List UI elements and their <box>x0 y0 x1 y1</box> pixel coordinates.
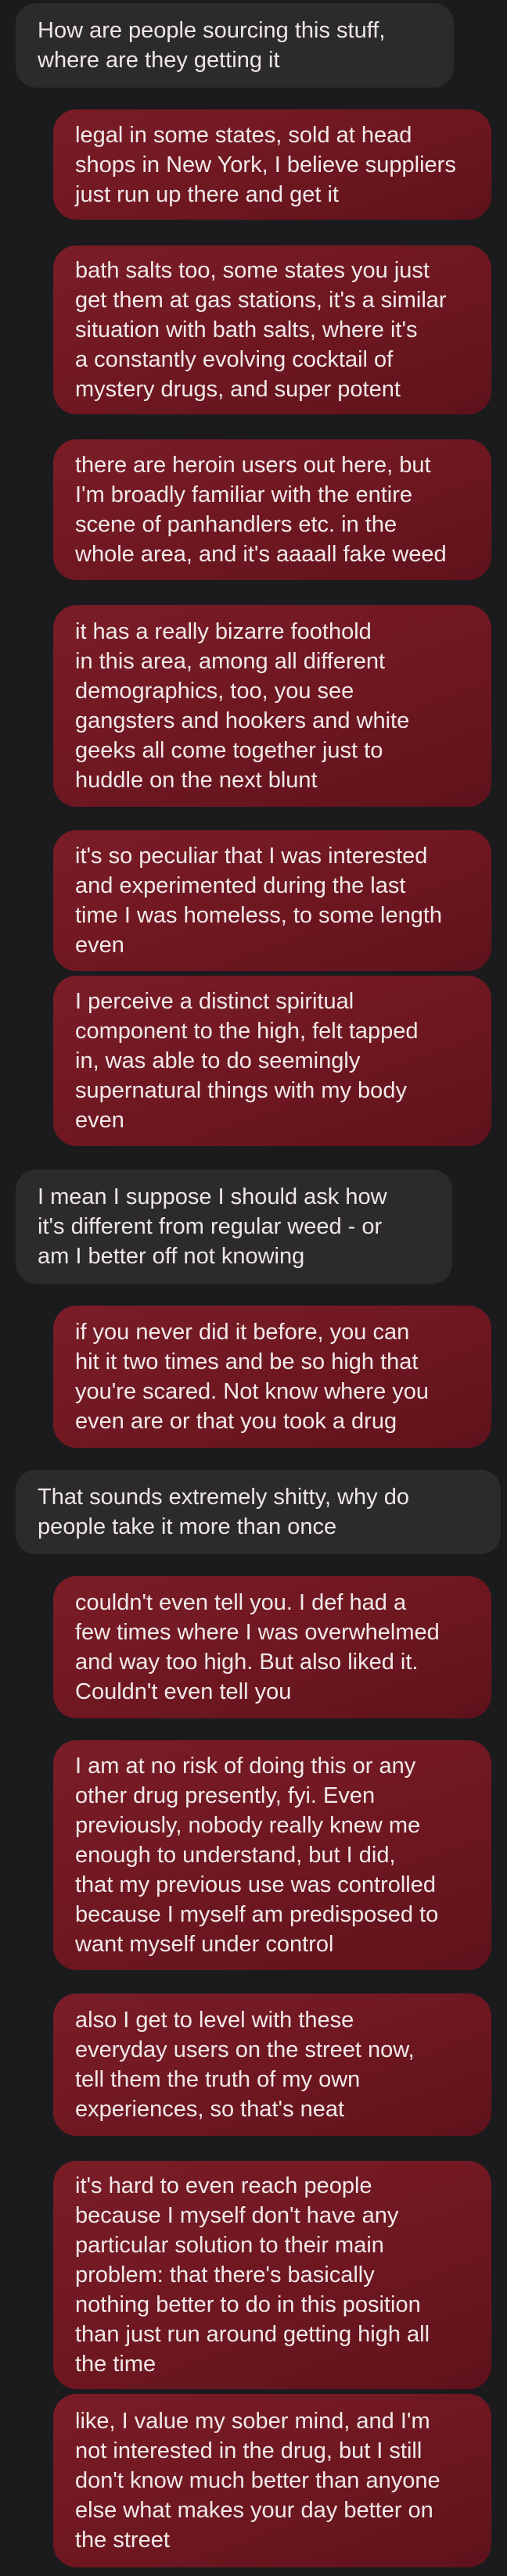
message-line: gangsters and hookers and white <box>75 708 410 733</box>
message-line: want myself under control <box>75 1932 334 1957</box>
message-line: geeks all come together just to <box>75 738 383 763</box>
message-line: whole area, and it's aaaall fake weed <box>75 542 447 567</box>
message-line: nothing better to do in this position <box>75 2292 421 2317</box>
message-line: because I myself don't have any <box>75 2203 399 2228</box>
message-line: because I myself am predisposed to <box>75 1902 439 1927</box>
message-line: I am at no risk of doing this or any <box>75 1754 416 1779</box>
received-message[interactable]: That sounds extremely shitty, why do peo… <box>16 1470 501 1554</box>
message-line: and way too high. But also liked it. <box>75 1650 419 1675</box>
message-line: the time <box>75 2352 156 2377</box>
message-line: it's different from regular weed - or <box>38 1214 383 1239</box>
message-line: just run up there and get it <box>75 181 339 207</box>
message-line: and experimented during the last <box>75 873 406 898</box>
message-line: Couldn't even tell you <box>75 1679 292 1704</box>
message-line: I'm broadly familiar with the entire <box>75 482 413 507</box>
message-line: not interested in the drug, but I still <box>75 2438 422 2463</box>
message-line: in this area, among all different <box>75 649 386 674</box>
message-line: situation with bath salts, where it's <box>75 317 418 342</box>
message-line: experiences, so that's neat <box>75 2097 345 2122</box>
message-line: people take it more than once <box>38 1514 337 1539</box>
message-line: like, I value my sober mind, and I'm <box>75 2409 430 2434</box>
message-line: there are heroin users out here, but <box>75 453 431 478</box>
message-line: legal in some states, sold at head <box>75 122 412 148</box>
message-line: problem: that there's basically <box>75 2263 375 2288</box>
message-line: hit it two times and be so high that <box>75 1349 419 1374</box>
message-line: I perceive a distinct spiritual <box>75 989 354 1014</box>
message-line: other drug presently, fyi. Even <box>75 1783 376 1808</box>
message-line: few times where I was overwhelmed <box>75 1620 440 1645</box>
message-line: get them at gas stations, it's a similar <box>75 288 447 313</box>
message-line: enough to understand, but I did, <box>75 1843 396 1868</box>
message-line: in, was able to do seemingly <box>75 1048 361 1073</box>
sent-message[interactable]: it's hard to even reach people because I… <box>53 2161 491 2389</box>
message-line: even <box>75 1108 124 1133</box>
received-message[interactable]: I mean I suppose I should ask how it's d… <box>16 1170 452 1284</box>
message-line: where are they getting it <box>38 48 280 73</box>
message-line: even are or that you took a drug <box>75 1409 397 1434</box>
message-line: you're scared. Not know where you <box>75 1379 430 1404</box>
message-line: bath salts too, some states you just <box>75 258 430 283</box>
message-line: tell them the truth of my own <box>75 2067 361 2092</box>
message-line: it's so peculiar that I was interested <box>75 844 428 869</box>
sent-message[interactable]: couldn't even tell you. I def had a few … <box>53 1576 491 1718</box>
message-line: it has a really bizarre foothold <box>75 619 372 644</box>
sent-message[interactable]: there are heroin users out here, but I'm… <box>53 439 491 580</box>
sent-message[interactable]: it's so peculiar that I was interested a… <box>53 830 491 971</box>
received-message[interactable]: How are people sourcing this stuff, wher… <box>16 3 454 88</box>
message-line: else what makes your day better on <box>75 2498 433 2523</box>
sent-message[interactable]: I am at no risk of doing this or any oth… <box>53 1740 491 1970</box>
message-line: that my previous use was controlled <box>75 1872 436 1897</box>
message-line: supernatural things with my body <box>75 1078 407 1103</box>
message-line: also I get to level with these <box>75 2008 354 2033</box>
message-line: That sounds extremely shitty, why do <box>38 1485 409 1510</box>
sent-message[interactable]: legal in some states, sold at head shops… <box>53 109 491 220</box>
sent-message[interactable]: it has a really bizarre foothold in this… <box>53 605 491 807</box>
message-line: huddle on the next blunt <box>75 768 318 793</box>
message-line: How are people sourcing this stuff, <box>38 18 386 43</box>
message-line: time I was homeless, to some length <box>75 903 443 928</box>
message-line: couldn't even tell you. I def had a <box>75 1590 407 1615</box>
message-line: component to the high, felt tapped <box>75 1019 419 1044</box>
message-line: am I better off not knowing <box>38 1244 305 1269</box>
message-line: the street <box>75 2528 170 2553</box>
message-line: mystery drugs, and super potent <box>75 377 401 402</box>
sent-message[interactable]: like, I value my sober mind, and I'm not… <box>53 2394 491 2567</box>
message-line: if you never did it before, you can <box>75 1320 410 1345</box>
conversation-thread: How are people sourcing this stuff, wher… <box>0 0 507 2576</box>
sent-message[interactable]: bath salts too, some states you just get… <box>53 245 491 414</box>
message-line: a constantly evolving cocktail of <box>75 347 394 372</box>
message-line: scene of panhandlers etc. in the <box>75 512 397 537</box>
message-line: shops in New York, I believe suppliers <box>75 152 456 177</box>
message-line: I mean I suppose I should ask how <box>38 1184 387 1209</box>
message-line: particular solution to their main <box>75 2233 384 2258</box>
message-line: previously, nobody really knew me <box>75 1813 421 1838</box>
sent-message[interactable]: also I get to level with these everyday … <box>53 1994 491 2136</box>
sent-message[interactable]: if you never did it before, you can hit … <box>53 1306 491 1448</box>
message-line: it's hard to even reach people <box>75 2173 372 2198</box>
sent-message[interactable]: I perceive a distinct spiritual componen… <box>53 976 491 1146</box>
message-line: than just run around getting high all <box>75 2322 430 2347</box>
message-line: even <box>75 933 124 958</box>
message-line: demographics, too, you see <box>75 679 354 704</box>
message-line: everyday users on the street now, <box>75 2037 415 2062</box>
message-line: don't know much better than anyone <box>75 2468 440 2493</box>
